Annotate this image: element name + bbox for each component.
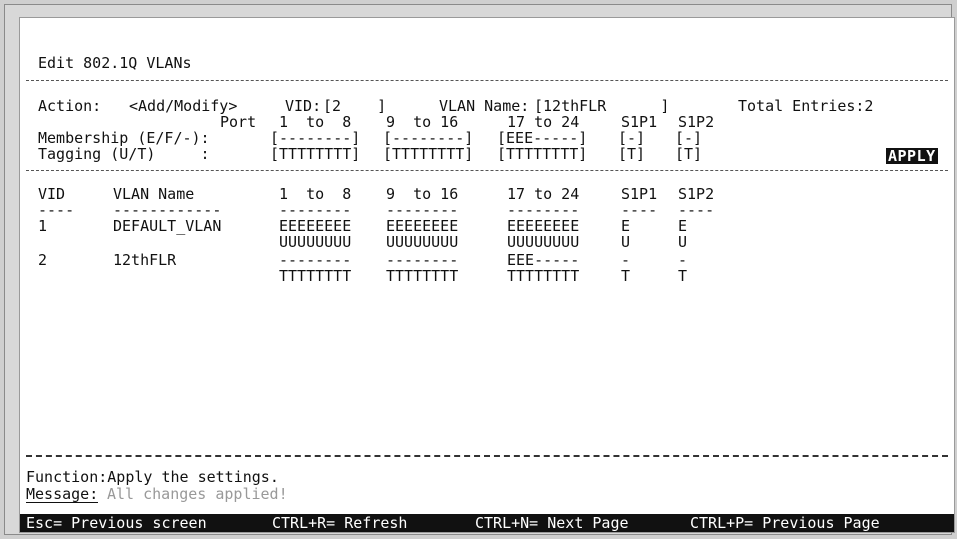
table-row-tagging-1-8: UUUUUUUU bbox=[279, 233, 352, 251]
header-s1p2: S1P2 bbox=[678, 185, 715, 203]
vlan-name-input[interactable]: [12thFLR ] bbox=[534, 98, 669, 114]
function-text: Function:Apply the settings. bbox=[26, 468, 279, 486]
table-row-tagging-s1p2: U bbox=[678, 233, 688, 251]
action-select[interactable]: <Add/Modify> bbox=[129, 98, 237, 114]
membership-s1p1-input[interactable]: [-] bbox=[618, 130, 645, 146]
tagging-17-24-input[interactable]: [TTTTTTTT] bbox=[497, 146, 587, 162]
membership-s1p2-input[interactable]: [-] bbox=[675, 130, 702, 146]
separator-9-16: -------- bbox=[386, 201, 459, 219]
header-1-8: 1 to 8 bbox=[279, 185, 352, 203]
table-row-vid: 1 bbox=[38, 217, 48, 235]
message-label: Message: bbox=[26, 485, 99, 503]
footer-refresh[interactable]: CTRL+R= Refresh bbox=[272, 515, 407, 531]
tagging-9-16-input[interactable]: [TTTTTTTT] bbox=[383, 146, 473, 162]
header-17-24: 17 to 24 bbox=[507, 185, 580, 203]
header-s1p1: S1P1 bbox=[621, 185, 658, 203]
vid-label: VID: bbox=[285, 97, 322, 115]
terminal-screen: Edit 802.1Q VLANs Action: <Add/Modify> V… bbox=[19, 17, 955, 533]
tagging-1-8-input[interactable]: [TTTTTTTT] bbox=[270, 146, 360, 162]
table-row-tagging-s1p1: U bbox=[621, 233, 631, 251]
table-row-tagging-17-24: TTTTTTTT bbox=[507, 267, 580, 285]
page-title: Edit 802.1Q VLANs bbox=[38, 54, 192, 72]
table-row-tagging-9-16: TTTTTTTT bbox=[386, 267, 459, 285]
apply-button[interactable]: APPLY bbox=[886, 148, 938, 164]
footer-next-page[interactable]: CTRL+N= Next Page bbox=[475, 515, 629, 531]
table-row-membership-9-16: EEEEEEEE bbox=[386, 217, 459, 235]
table-row-name: DEFAULT_VLAN bbox=[113, 217, 222, 235]
membership-1-8-input[interactable]: [--------] bbox=[270, 130, 360, 146]
message-text: All changes applied! bbox=[107, 485, 288, 503]
tagging-s1p2-input[interactable]: [T] bbox=[675, 146, 702, 162]
port-range-17-24: 17 to 24 bbox=[507, 113, 580, 131]
port-range-1-8: 1 to 8 bbox=[279, 113, 352, 131]
table-row-tagging-s1p2: T bbox=[678, 267, 688, 285]
port-s1p2: S1P2 bbox=[678, 113, 715, 131]
separator-vlan-name: ------------ bbox=[113, 201, 222, 219]
terminal-window: Edit 802.1Q VLANs Action: <Add/Modify> V… bbox=[4, 4, 955, 535]
action-label: Action: bbox=[38, 97, 102, 115]
separator-s1p2: ---- bbox=[678, 201, 715, 219]
header-vlan-name: VLAN Name bbox=[113, 185, 195, 203]
port-s1p1: S1P1 bbox=[621, 113, 658, 131]
table-row-vid: 2 bbox=[38, 251, 48, 269]
table-row-membership-s1p1: E bbox=[621, 217, 631, 235]
table-row-membership-1-8: EEEEEEEE bbox=[279, 217, 352, 235]
total-entries: Total Entries:2 bbox=[738, 97, 874, 115]
form-divider bbox=[26, 170, 948, 171]
separator-s1p1: ---- bbox=[621, 201, 658, 219]
title-divider bbox=[26, 80, 948, 81]
footer-previous-page[interactable]: CTRL+P= Previous Page bbox=[690, 515, 880, 531]
port-range-9-16: 9 to 16 bbox=[386, 113, 459, 131]
table-row-membership-s1p1: - bbox=[621, 251, 631, 269]
footer-previous-screen[interactable]: Esc= Previous screen bbox=[26, 515, 207, 531]
table-row-tagging-s1p1: T bbox=[621, 267, 631, 285]
tagging-label: Tagging (U/T) : bbox=[38, 145, 210, 163]
table-row-membership-1-8: -------- bbox=[279, 251, 352, 269]
status-divider bbox=[26, 455, 948, 457]
header-vid: VID bbox=[38, 185, 66, 203]
table-row-membership-17-24: EEEEEEEE bbox=[507, 217, 580, 235]
tagging-s1p1-input[interactable]: [T] bbox=[618, 146, 645, 162]
vlan-name-label: VLAN Name: bbox=[439, 97, 530, 115]
port-label: Port bbox=[220, 113, 257, 131]
table-row-membership-s1p2: E bbox=[678, 217, 688, 235]
table-row-tagging-17-24: UUUUUUUU bbox=[507, 233, 580, 251]
membership-9-16-input[interactable]: [--------] bbox=[383, 130, 473, 146]
separator-1-8: -------- bbox=[279, 201, 352, 219]
separator-17-24: -------- bbox=[507, 201, 580, 219]
membership-label: Membership (E/F/-): bbox=[38, 129, 210, 147]
table-row-tagging-1-8: TTTTTTTT bbox=[279, 267, 352, 285]
footer-key-bar: Esc= Previous screen CTRL+R= Refresh CTR… bbox=[20, 514, 954, 532]
table-row-membership-17-24: EEE----- bbox=[507, 251, 580, 269]
table-row-tagging-9-16: UUUUUUUU bbox=[386, 233, 459, 251]
table-row-membership-s1p2: - bbox=[678, 251, 688, 269]
membership-17-24-input[interactable]: [EEE-----] bbox=[497, 130, 587, 146]
table-row-membership-9-16: -------- bbox=[386, 251, 459, 269]
table-row-name: 12thFLR bbox=[113, 251, 177, 269]
separator-vid: ---- bbox=[38, 201, 75, 219]
vid-input[interactable]: [2 ] bbox=[323, 98, 386, 114]
header-9-16: 9 to 16 bbox=[386, 185, 459, 203]
